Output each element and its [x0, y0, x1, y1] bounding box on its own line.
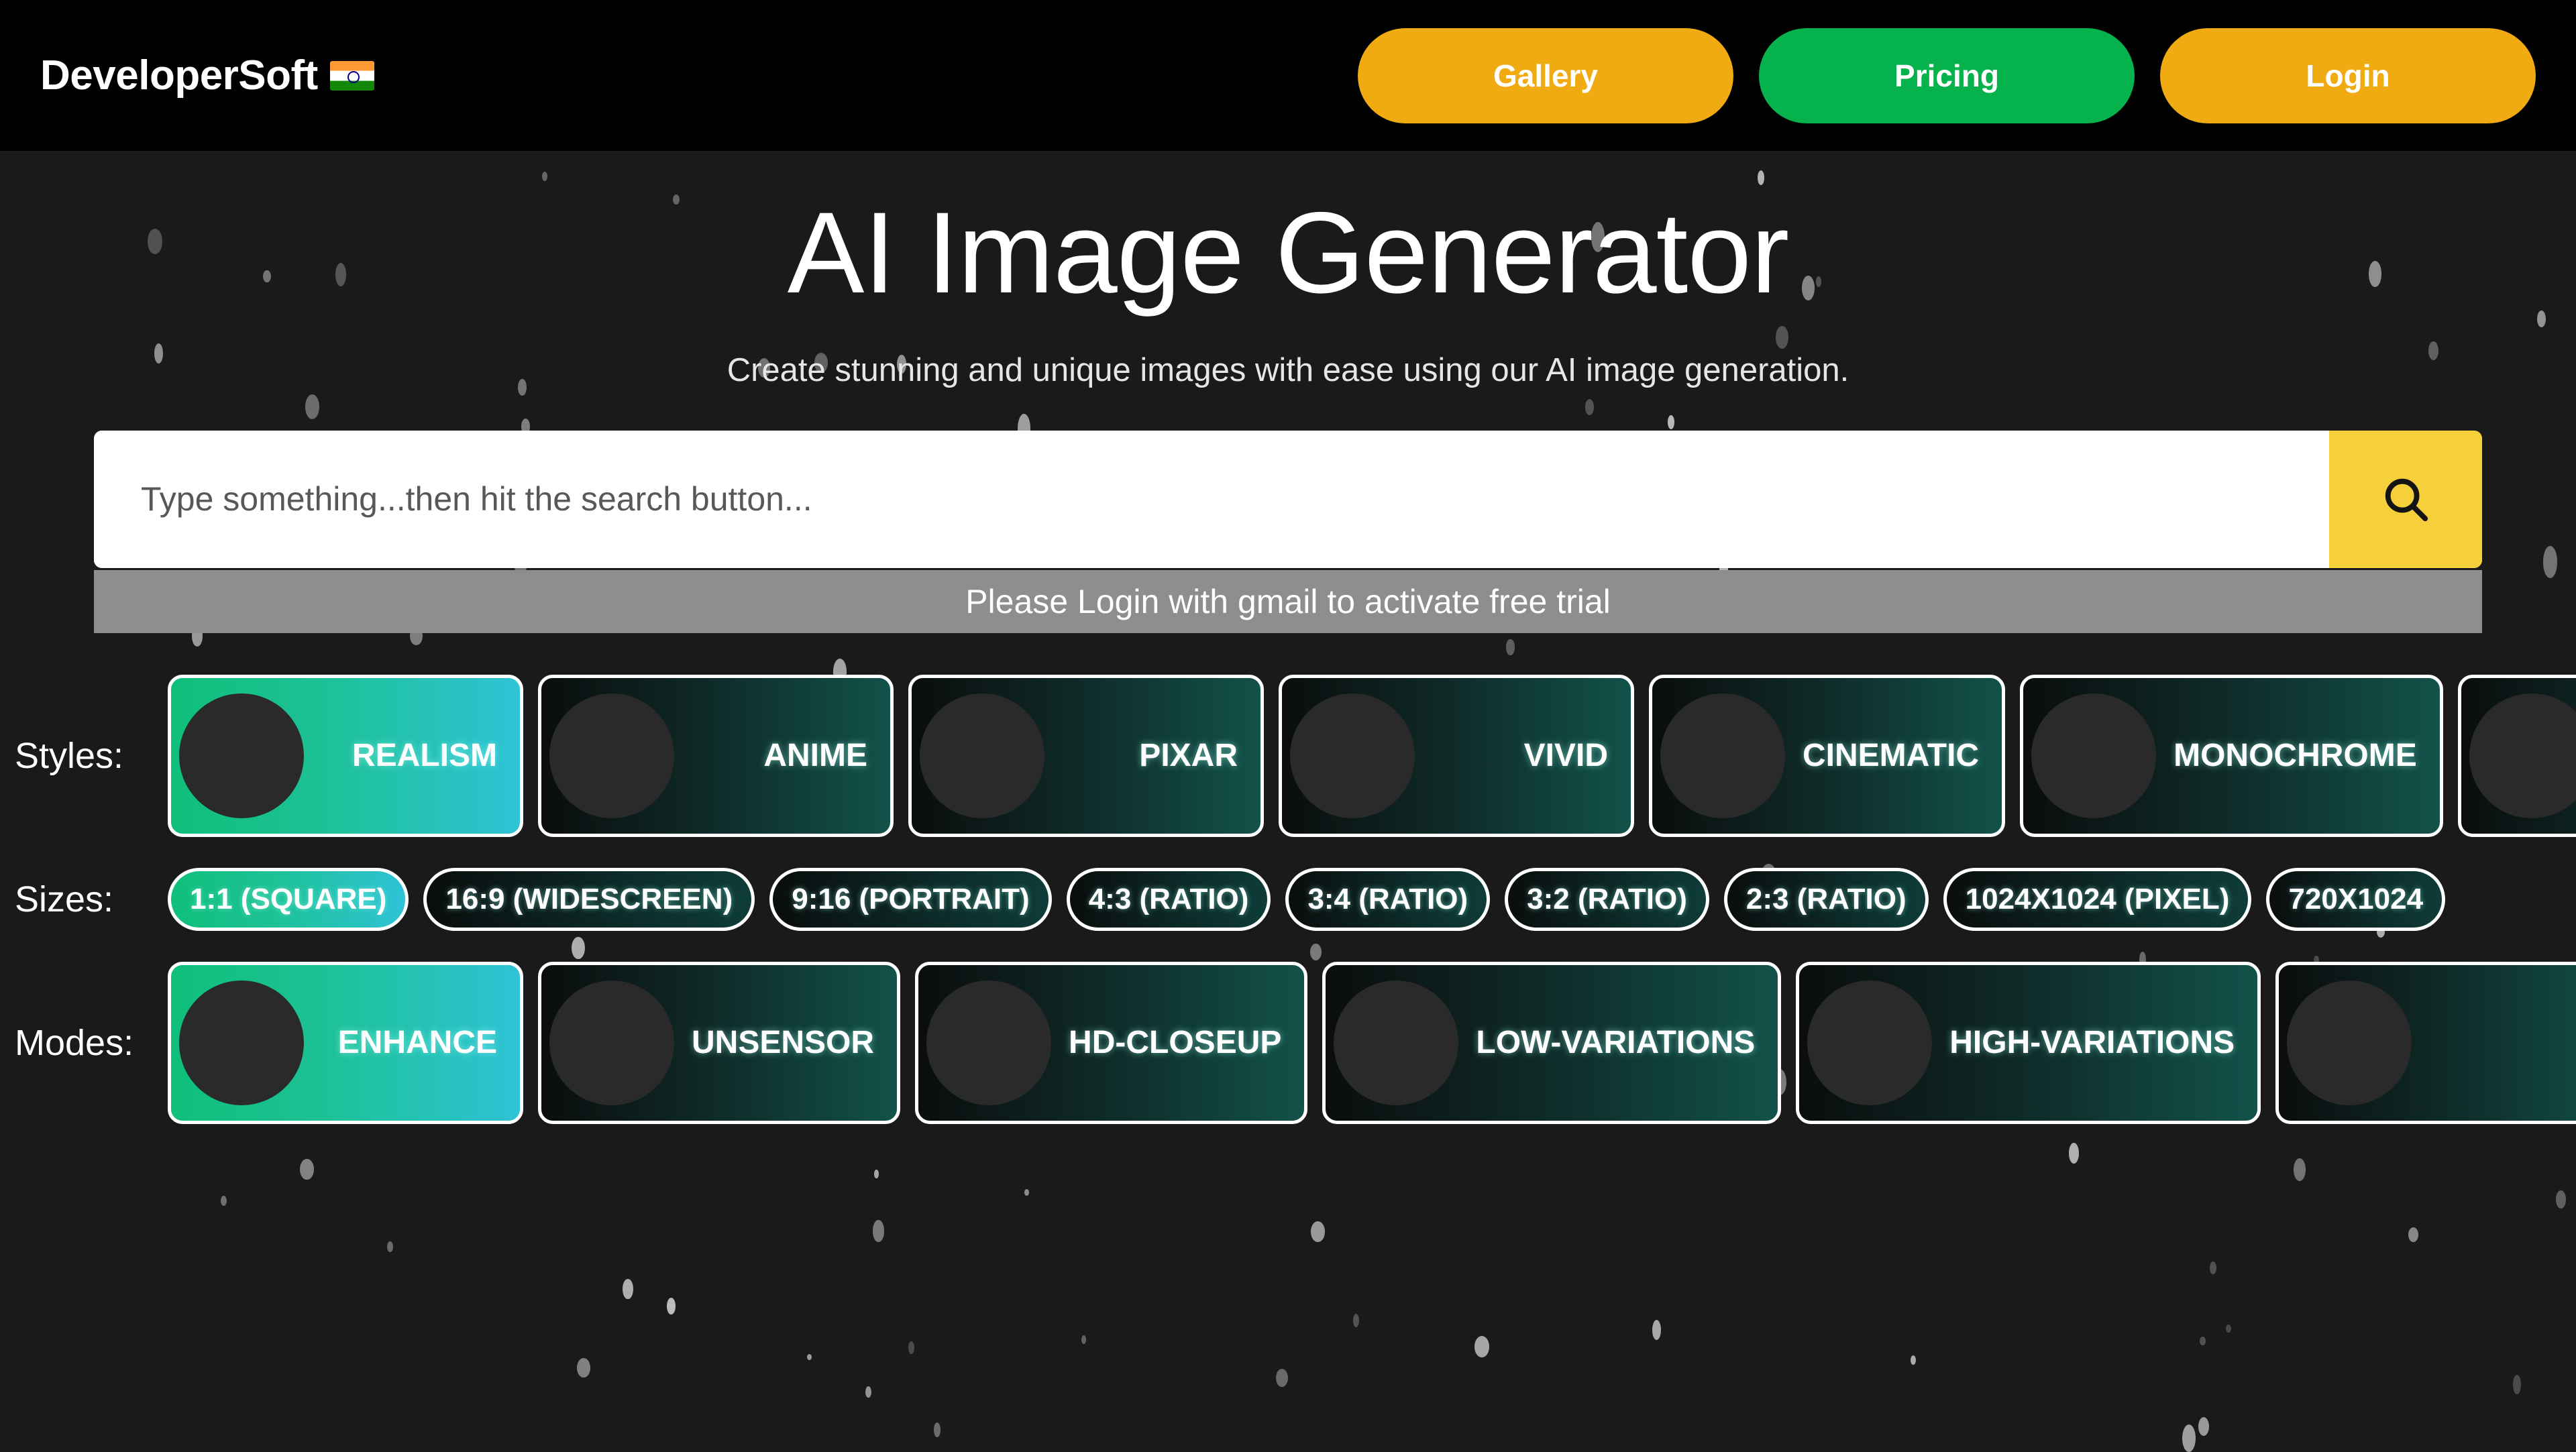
- thumbnail-image: [1807, 980, 1933, 1105]
- header-nav: Gallery Pricing Login: [1358, 27, 2536, 123]
- size-1-1-square[interactable]: 1:1 (SQUARE): [168, 867, 409, 931]
- mode-label: UNSENSOR: [692, 1025, 875, 1061]
- mode-low-variations[interactable]: LOW-VARIATIONS: [1322, 961, 1782, 1124]
- size-2-3-ratio[interactable]: 2:3 (RATIO): [1723, 867, 1929, 931]
- search-icon: [2385, 478, 2428, 522]
- sizes-track[interactable]: 1:1 (SQUARE) 16:9 (WIDESCREEN) 9:16 (PORTR…: [168, 858, 2576, 940]
- search-input[interactable]: [94, 430, 2329, 568]
- search-section: Please Login with gmail to activate free…: [94, 430, 2482, 633]
- style-cinematic[interactable]: CINEMATIC: [1649, 674, 2006, 837]
- login-notice-banner: Please Login with gmail to activate free…: [94, 569, 2482, 633]
- top-navigation-bar: DeveloperSoft Gallery Pricing Login: [0, 0, 2576, 151]
- brand-logo[interactable]: DeveloperSoft: [40, 52, 374, 99]
- thumbnail-image: [179, 693, 304, 818]
- page-title: AI Image Generator: [787, 188, 1790, 317]
- size-720x1024[interactable]: 720X1024: [2266, 867, 2446, 931]
- sizes-row: Sizes: 1:1 (SQUARE) 16:9 (WIDESCREEN) 9:16…: [0, 858, 2576, 940]
- brand-name: DeveloperSoft: [40, 52, 318, 99]
- modes-label: Modes:: [15, 1022, 134, 1063]
- mode-label: HIGH-VARIATIONS: [1949, 1025, 2235, 1061]
- style-anime[interactable]: ANIME: [538, 674, 894, 837]
- thumbnail-image: [179, 980, 304, 1105]
- size-4-3-ratio[interactable]: 4:3 (RATIO): [1066, 867, 1271, 931]
- style-label: VIVID: [1523, 738, 1608, 774]
- thumbnail-image: [549, 693, 674, 818]
- size-1024x1024-pixel[interactable]: 1024X1024 (PIXEL): [1943, 867, 2252, 931]
- pricing-button[interactable]: Pricing: [1759, 27, 2135, 123]
- size-16-9-widescreen[interactable]: 16:9 (WIDESCREEN): [423, 867, 755, 931]
- mode-enhance[interactable]: ENHANCE: [168, 961, 523, 1124]
- size-3-4-ratio[interactable]: 3:4 (RATIO): [1285, 867, 1491, 931]
- style-pixar[interactable]: PIXAR: [908, 674, 1264, 837]
- gallery-button[interactable]: Gallery: [1358, 27, 1733, 123]
- sizes-label: Sizes:: [15, 879, 114, 919]
- styles-label: Styles:: [15, 735, 124, 776]
- styles-row: Styles: REALISM ANIME PIXAR VIVID CINEMATIC M…: [0, 665, 2576, 846]
- mode-item-5[interactable]: [2275, 961, 2576, 1124]
- modes-track[interactable]: ENHANCE UNSENSOR HD-CLOSEUP LOW-VARIATIONS H…: [168, 952, 2576, 1133]
- thumbnail-image: [920, 693, 1044, 818]
- modes-row: Modes: ENHANCE UNSENSOR HD-CLOSEUP LOW-VARI…: [0, 952, 2576, 1133]
- size-9-16-portrait[interactable]: 9:16 (PORTRAIT): [769, 867, 1052, 931]
- mode-unsensor[interactable]: UNSENSOR: [538, 961, 901, 1124]
- mode-label: LOW-VARIATIONS: [1476, 1025, 1756, 1061]
- style-label: ANIME: [763, 738, 867, 774]
- thumbnail-image: [2469, 693, 2576, 818]
- thumbnail-image: [2031, 693, 2157, 818]
- style-item-6[interactable]: [2457, 674, 2576, 837]
- style-label: MONOCHROME: [2174, 738, 2417, 774]
- india-flag-icon: [329, 60, 374, 91]
- thumbnail-image: [549, 980, 674, 1105]
- size-3-2-ratio[interactable]: 3:2 (RATIO): [1505, 867, 1709, 931]
- style-monochrome[interactable]: MONOCHROME: [2020, 674, 2443, 837]
- style-label: PIXAR: [1139, 738, 1238, 774]
- styles-track[interactable]: REALISM ANIME PIXAR VIVID CINEMATIC MONOCHROM…: [168, 665, 2576, 846]
- mode-high-variations[interactable]: HIGH-VARIATIONS: [1796, 961, 2261, 1124]
- mode-label: HD-CLOSEUP: [1069, 1025, 1282, 1061]
- login-button[interactable]: Login: [2160, 27, 2536, 123]
- style-label: CINEMATIC: [1803, 738, 1980, 774]
- thumbnail-image: [1660, 693, 1785, 818]
- page-subtitle: Create stunning and unique images with e…: [727, 351, 1849, 388]
- thumbnail-image: [926, 980, 1052, 1105]
- thumbnail-image: [2287, 980, 2412, 1105]
- style-realism[interactable]: REALISM: [168, 674, 523, 837]
- mode-label: ENHANCE: [337, 1025, 497, 1061]
- thumbnail-image: [1290, 693, 1415, 818]
- search-bar: [94, 430, 2482, 568]
- thumbnail-image: [1334, 980, 1459, 1105]
- style-vivid[interactable]: VIVID: [1279, 674, 1634, 837]
- mode-hd-closeup[interactable]: HD-CLOSEUP: [915, 961, 1308, 1124]
- style-label: REALISM: [352, 738, 497, 774]
- search-button[interactable]: [2329, 430, 2482, 568]
- hero-section: AI Image Generator Create stunning and u…: [0, 151, 2576, 389]
